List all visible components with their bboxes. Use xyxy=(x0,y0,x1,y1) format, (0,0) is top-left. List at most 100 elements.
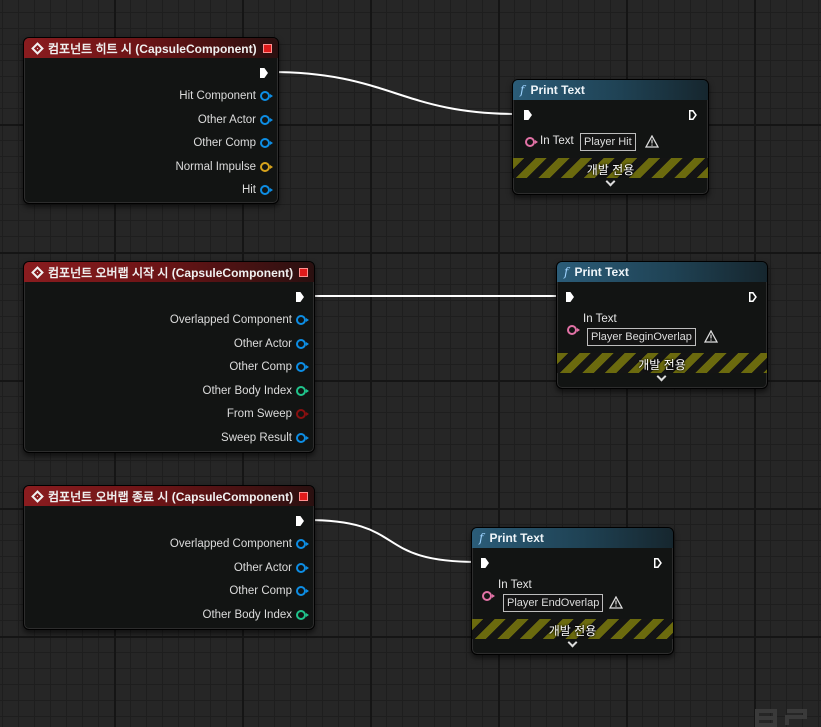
warning-icon xyxy=(609,596,623,609)
object-pin-icon[interactable] xyxy=(260,115,273,125)
int-pin-icon[interactable] xyxy=(296,610,309,620)
in-text-label: In Text xyxy=(498,579,532,591)
in-text-field[interactable]: Player Hit xyxy=(580,133,636,151)
event-icon xyxy=(31,265,44,279)
pin-label: Normal Impulse xyxy=(175,161,256,173)
print-text-node-hit[interactable]: f Print Text In Text Player Hit 개발 전용 xyxy=(512,79,709,195)
text-pin-icon[interactable] xyxy=(525,137,538,147)
object-pin-icon[interactable] xyxy=(296,563,309,573)
event-close-icon xyxy=(299,491,308,501)
event-close-icon xyxy=(263,43,272,53)
exec-out-pin[interactable] xyxy=(260,68,268,78)
function-node-title: Print Text xyxy=(530,83,585,97)
function-icon: f xyxy=(564,265,569,279)
output-pin-row[interactable]: Hit xyxy=(241,184,273,196)
function-node-title: Print Text xyxy=(489,531,544,545)
struct-pin-icon[interactable] xyxy=(260,185,273,195)
development-only-label: 개발 전용 xyxy=(548,624,597,638)
output-pin-row[interactable]: Other Actor xyxy=(233,562,309,574)
event-node-component-hit[interactable]: 컴포넌트 히트 시 (CapsuleComponent) Hit Compone… xyxy=(23,37,279,204)
object-pin-icon[interactable] xyxy=(296,539,309,549)
in-text-field[interactable]: Player BeginOverlap xyxy=(587,328,696,346)
text-pin-icon[interactable] xyxy=(482,591,495,601)
function-icon: f xyxy=(520,83,525,97)
pin-label: Other Actor xyxy=(197,114,256,126)
vector-pin-icon[interactable] xyxy=(260,162,273,172)
exec-out-pin[interactable] xyxy=(296,292,304,302)
event-node-title: 컴포넌트 오버랩 시작 시 (CapsuleComponent) xyxy=(48,265,294,280)
function-node-header[interactable]: f Print Text xyxy=(472,528,673,548)
exec-out-pin[interactable] xyxy=(689,110,697,120)
function-node-header[interactable]: f Print Text xyxy=(513,80,708,100)
event-node-header[interactable]: 컴포넌트 오버랩 시작 시 (CapsuleComponent) xyxy=(24,262,314,282)
development-only-label: 개발 전용 xyxy=(586,163,635,177)
event-node-title: 컴포넌트 히트 시 (CapsuleComponent) xyxy=(48,41,257,56)
print-text-node-begin-overlap[interactable]: f Print Text In Text Player BeginOverlap… xyxy=(556,261,768,389)
output-pin-row[interactable]: Other Body Index xyxy=(202,609,309,621)
development-only-label: 개발 전용 xyxy=(638,358,686,372)
output-pin-row[interactable]: Normal Impulse xyxy=(175,161,273,173)
event-node-header[interactable]: 컴포넌트 오버랩 종료 시 (CapsuleComponent) xyxy=(24,486,314,506)
object-pin-icon[interactable] xyxy=(296,339,309,349)
object-pin-icon[interactable] xyxy=(260,138,273,148)
exec-wire-hit xyxy=(269,71,519,115)
pin-label: From Sweep xyxy=(226,408,292,420)
pin-label: Other Actor xyxy=(233,562,292,574)
warning-icon xyxy=(704,330,718,343)
output-pin-row[interactable]: Other Actor xyxy=(197,114,273,126)
bool-pin-icon[interactable] xyxy=(296,409,309,419)
pin-label: Overlapped Component xyxy=(169,314,292,326)
exec-in-pin[interactable] xyxy=(481,558,489,568)
text-pin-icon[interactable] xyxy=(567,325,580,335)
pin-label: Sweep Result xyxy=(221,432,292,444)
in-text-label: In Text xyxy=(540,135,574,147)
chevron-down-icon[interactable] xyxy=(567,637,577,648)
object-pin-icon[interactable] xyxy=(296,315,309,325)
event-node-header[interactable]: 컴포넌트 히트 시 (CapsuleComponent) xyxy=(24,38,278,58)
int-pin-icon[interactable] xyxy=(296,386,309,396)
output-pin-row[interactable]: Hit Component xyxy=(179,90,273,102)
event-close-icon xyxy=(299,267,308,277)
pin-label: Overlapped Component xyxy=(169,538,292,550)
output-pin-row[interactable]: Overlapped Component xyxy=(169,314,309,326)
in-text-field[interactable]: Player EndOverlap xyxy=(503,594,604,612)
warning-icon xyxy=(645,135,659,148)
output-pin-row[interactable]: Other Comp xyxy=(229,361,309,373)
exec-in-pin[interactable] xyxy=(566,292,574,302)
exec-out-pin[interactable] xyxy=(749,292,757,302)
output-pin-row[interactable]: Other Body Index xyxy=(202,385,309,397)
output-pin-row[interactable]: Overlapped Component xyxy=(169,538,309,550)
exec-wire-end-overlap xyxy=(305,519,479,563)
pin-label: Other Actor xyxy=(233,338,292,350)
output-pin-row[interactable]: From Sweep xyxy=(226,408,309,420)
output-pin-row[interactable]: Other Comp xyxy=(229,585,309,597)
event-node-begin-overlap[interactable]: 컴포넌트 오버랩 시작 시 (CapsuleComponent) Overlap… xyxy=(23,261,315,453)
function-node-header[interactable]: f Print Text xyxy=(557,262,767,282)
print-text-node-end-overlap[interactable]: f Print Text In Text Player EndOverlap 개… xyxy=(471,527,674,655)
object-pin-icon[interactable] xyxy=(296,586,309,596)
pin-label: Hit xyxy=(241,184,256,196)
output-pin-row[interactable]: Other Actor xyxy=(233,338,309,350)
exec-in-pin[interactable] xyxy=(524,110,532,120)
event-node-end-overlap[interactable]: 컴포넌트 오버랩 종료 시 (CapsuleComponent) Overlap… xyxy=(23,485,315,630)
function-icon: f xyxy=(479,531,484,545)
output-pin-row[interactable]: Sweep Result xyxy=(221,432,309,444)
chevron-down-icon[interactable] xyxy=(605,176,615,187)
pin-label: Other Body Index xyxy=(202,385,293,397)
event-node-title: 컴포넌트 오버랩 종료 시 (CapsuleComponent) xyxy=(48,489,294,504)
pin-label: Other Comp xyxy=(229,585,292,597)
exec-out-pin[interactable] xyxy=(654,558,662,568)
exec-out-pin[interactable] xyxy=(296,516,304,526)
pin-label: Hit Component xyxy=(179,90,256,102)
in-text-label: In Text xyxy=(583,313,617,325)
blueprint-watermark-icon xyxy=(755,709,807,727)
pin-label: Other Comp xyxy=(193,137,256,149)
pin-label: Other Body Index xyxy=(202,609,293,621)
function-node-title: Print Text xyxy=(574,265,629,279)
output-pin-row[interactable]: Other Comp xyxy=(193,137,273,149)
struct-pin-icon[interactable] xyxy=(296,433,309,443)
object-pin-icon[interactable] xyxy=(260,91,273,101)
event-icon xyxy=(31,489,44,503)
chevron-down-icon[interactable] xyxy=(656,371,667,382)
object-pin-icon[interactable] xyxy=(296,362,309,372)
